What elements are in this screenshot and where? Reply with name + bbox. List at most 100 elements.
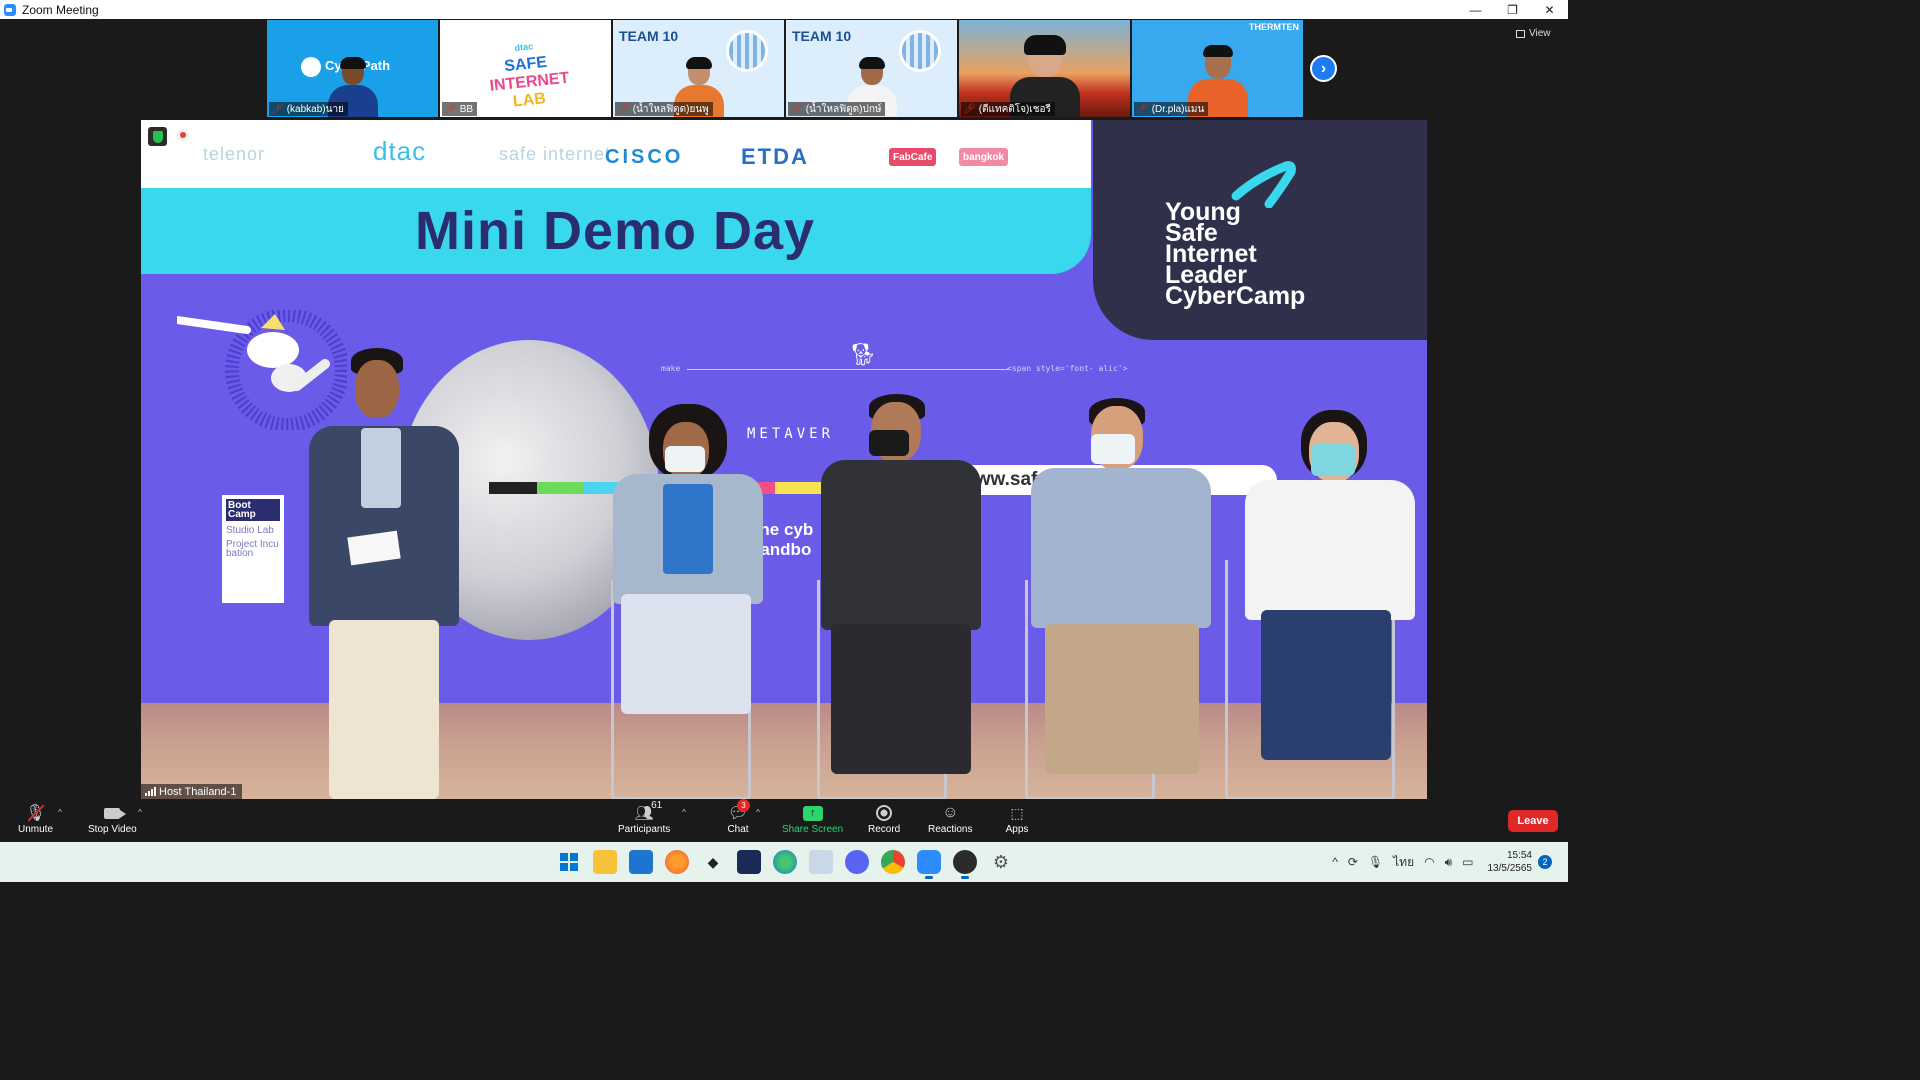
speaker-name-tag: Host Thailand-1	[141, 784, 243, 799]
next-page-arrow-icon[interactable]: ›	[1310, 55, 1337, 82]
stage-title: Mini Demo Day	[415, 201, 816, 261]
participant-name-tag: 🎤︎ (Dr.pla)แมน	[1134, 102, 1209, 116]
participant-name-tag: 🎤︎ (ตีแทคติโจ)เชอรี	[961, 102, 1055, 116]
meeting-toolbar: 🎙︎ Unmute ^ Stop Video ^ 👥︎61 Participan…	[0, 799, 1568, 842]
record-button[interactable]: Record	[868, 802, 900, 835]
clock[interactable]: 15:54 13/5/2565	[1488, 849, 1533, 875]
zoom-logo-icon	[4, 3, 16, 16]
settings-icon[interactable]: ⚙	[989, 850, 1013, 874]
sponsor-logo: CISCO	[605, 146, 684, 168]
program-panel: Boot Camp Studio Lab Project Incu bation	[222, 495, 284, 603]
leave-button[interactable]: Leave	[1508, 810, 1558, 832]
zoom-icon[interactable]	[917, 850, 941, 879]
window-title: Zoom Meeting	[22, 2, 99, 17]
participant-tile[interactable]: TEAM 10 🎤︎ (น้ำใหลฟิตูด)ปกษ์	[786, 20, 957, 117]
camp-title: Young Safe Internet Leader CyberCamp	[1165, 198, 1306, 310]
stage-code-text: make	[661, 364, 681, 373]
sponsor-logo: bangkok	[959, 148, 1009, 166]
view-button[interactable]: View	[1516, 28, 1551, 39]
system-tray: ^ ⟳ 🎙︎ ไทย ◠ 🔊︎ ▭ 15:54 13/5/2565 2	[1322, 842, 1568, 882]
dropbox-icon[interactable]: ◆	[701, 850, 725, 874]
chat-button[interactable]: 💬︎ 3 Chat	[723, 799, 753, 835]
share-screen-icon: ↑	[798, 802, 828, 824]
tile-background-text: dtac SAFE INTERNET LAB	[488, 41, 571, 111]
windows-start-icon[interactable]	[557, 850, 581, 874]
chat-icon: 💬︎ 3	[727, 799, 750, 822]
participant-tile[interactable]: THERMTEN 🎤︎ (Dr.pla)แมน	[1132, 20, 1303, 117]
firefox-icon[interactable]	[665, 850, 689, 874]
panelist-person	[1031, 398, 1211, 799]
host-person	[309, 348, 459, 799]
participants-button[interactable]: 👥︎ 61 Participants	[618, 800, 670, 835]
apps-icon: ⬚	[1010, 804, 1024, 821]
windows-taskbar: ◆ ⚙ ^ ⟳ 🎙︎ ไทย ◠ 🔊︎ ▭ 15:54 13/5/2565 2	[0, 842, 1568, 882]
dog-graphic-icon: 🐕︎	[849, 342, 877, 367]
panelist-person	[821, 394, 981, 799]
battery-icon[interactable]: ▭	[1462, 855, 1473, 869]
participant-tile[interactable]: dtac SAFE INTERNET LAB 🎤︎ BB	[440, 20, 611, 117]
minimize-button[interactable]: —	[1457, 0, 1494, 19]
sync-icon[interactable]: ⟳	[1348, 855, 1358, 869]
show-hidden-icons-icon[interactable]: ^	[1332, 855, 1338, 869]
participant-name-tag: 🎤︎ BB	[442, 102, 478, 116]
participant-strip: CyberPath 🎤︎(kabkab)นาย dtac SAFE INTERN…	[267, 20, 1303, 117]
panelist-person	[613, 404, 763, 799]
panelist-person	[1245, 410, 1415, 799]
photos-icon[interactable]	[809, 850, 833, 874]
share-screen-button[interactable]: ↑ Share Screen	[782, 802, 843, 835]
security-shield-icon[interactable]	[148, 127, 167, 146]
tile-background-text: TEAM 10	[619, 28, 679, 44]
apps-button[interactable]: ⬚ Apps	[1002, 802, 1032, 836]
notepad-icon[interactable]	[737, 850, 761, 874]
edge-icon[interactable]	[773, 850, 797, 874]
globe-graphic-icon	[899, 30, 941, 72]
close-button[interactable]: ✕	[1531, 0, 1568, 19]
participant-tile[interactable]: 🎤︎ (ตีแทคติโจ)เชอรี	[959, 20, 1130, 117]
stop-video-button[interactable]: Stop Video	[88, 802, 137, 835]
microphone-icon[interactable]: 🎙︎	[1368, 855, 1383, 869]
muted-mic-icon: 🎤︎	[617, 103, 630, 115]
chat-unread-badge: 3	[737, 799, 750, 812]
muted-mic-icon: 🎙︎	[21, 802, 51, 824]
muted-mic-icon: 🎤︎	[1136, 103, 1149, 115]
participant-name-tag: 🎤︎ (น้ำใหลฟิตูด)ปกษ์	[788, 102, 886, 116]
wifi-icon[interactable]: ◠	[1424, 855, 1434, 869]
participant-tile[interactable]: TEAM 10 🎤︎ (น้ำใหลฟิตูด)ยนพู	[613, 20, 784, 117]
sponsor-logo: telenor	[203, 144, 266, 164]
main-video[interactable]: telenor dtac safe internet CISCO ETDA Fa…	[141, 120, 1427, 799]
muted-mic-icon: 🎤︎	[271, 103, 284, 115]
sponsor-logo: FabCafe	[889, 148, 937, 166]
participant-name-tag: 🎤︎ (kabkab)นาย	[269, 102, 348, 116]
tile-background-text: TEAM 10	[792, 28, 852, 44]
grid-view-icon	[1516, 29, 1525, 38]
maximize-button[interactable]: ❐	[1494, 0, 1531, 19]
title-bar: Zoom Meeting — ❐ ✕	[0, 0, 1568, 19]
volume-icon[interactable]: 🔊︎	[1445, 855, 1453, 870]
smiley-icon: ☺︎	[942, 804, 959, 821]
zoom-window: Zoom Meeting — ❐ ✕ CyberPath 🎤︎(kabkab)น…	[0, 0, 1568, 882]
reactions-button[interactable]: ☺︎ Reactions	[928, 802, 972, 835]
record-icon	[869, 802, 899, 824]
recording-indicator-icon[interactable]	[177, 129, 189, 141]
telenor-logo-icon	[1231, 161, 1296, 208]
twitter-logo-icon	[301, 57, 321, 77]
globe-graphic-icon	[726, 30, 768, 72]
muted-mic-icon: 🎤︎	[963, 103, 976, 115]
participants-icon: 👥︎ 61	[634, 800, 663, 822]
file-explorer-icon[interactable]	[593, 850, 617, 874]
participant-name-tag: 🎤︎ (น้ำใหลฟิตูด)ยนพู	[615, 102, 713, 116]
obs-icon[interactable]	[953, 850, 977, 879]
unmute-button[interactable]: 🎙︎ Unmute	[18, 802, 53, 835]
chrome-icon[interactable]	[881, 850, 905, 874]
input-language[interactable]: ไทย	[1393, 853, 1414, 872]
participant-tile[interactable]: CyberPath 🎤︎(kabkab)นาย	[267, 20, 438, 117]
tile-background-text: THERMTEN	[1249, 22, 1299, 32]
discord-icon[interactable]	[845, 850, 869, 874]
sponsor-logo: dtac	[373, 136, 427, 166]
muted-mic-icon: 🎤︎	[790, 103, 803, 115]
window-controls: — ❐ ✕	[1457, 0, 1568, 19]
notification-badge[interactable]: 2	[1538, 855, 1552, 869]
sponsor-logo: ETDA	[741, 144, 809, 169]
microsoft-store-icon[interactable]	[629, 850, 653, 874]
signal-strength-icon	[145, 787, 156, 796]
